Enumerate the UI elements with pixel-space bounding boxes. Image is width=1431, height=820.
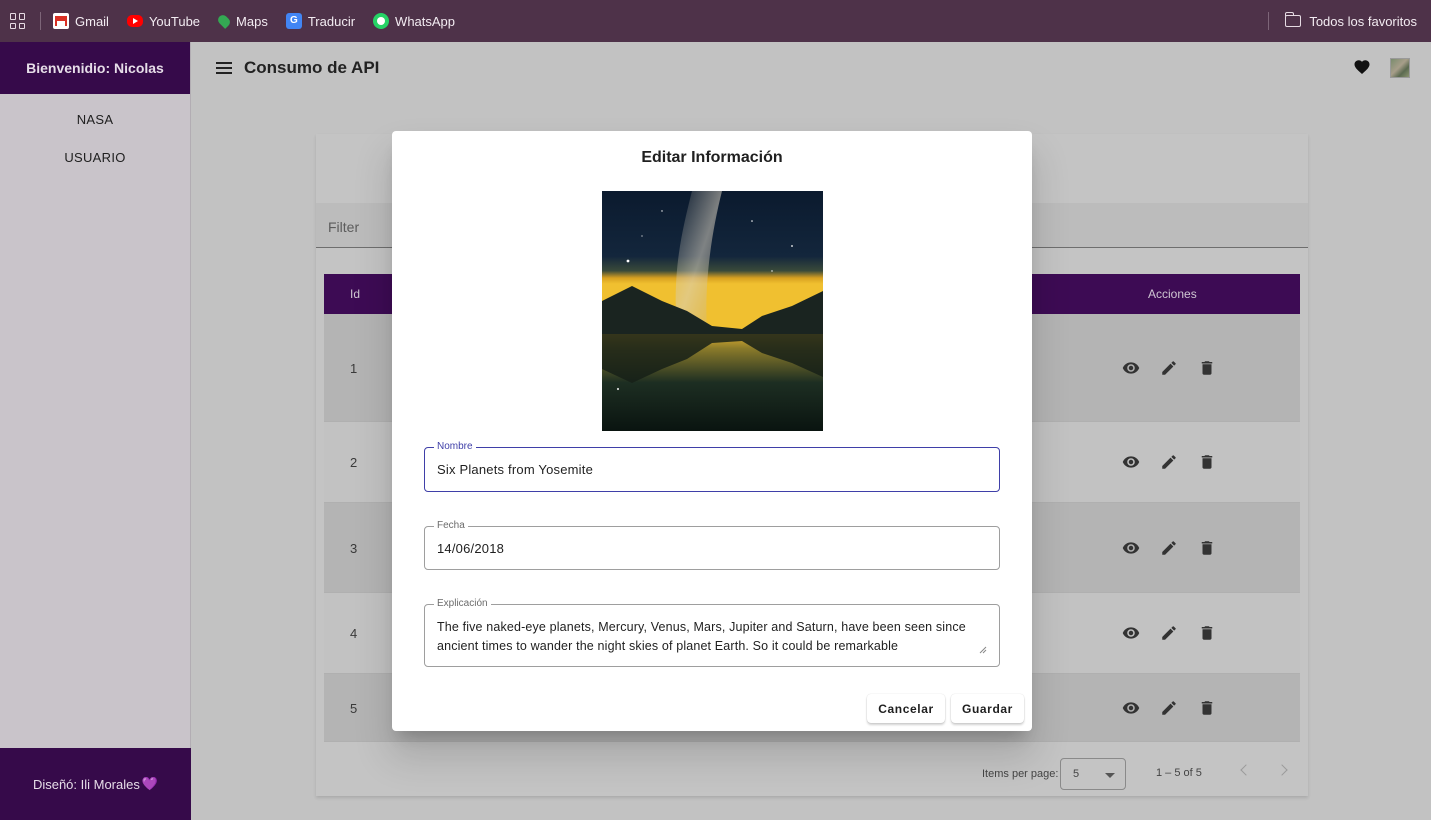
- explicacion-value: The five naked-eye planets, Mercury, Ven…: [437, 620, 966, 653]
- nombre-field[interactable]: Nombre Six Planets from Yosemite: [424, 441, 1000, 492]
- edit-pencil-icon[interactable]: [1160, 359, 1178, 377]
- gmail-icon: [53, 13, 69, 29]
- row-id: 1: [350, 361, 358, 376]
- nombre-label: Nombre: [434, 441, 476, 452]
- page-title: Consumo de API: [244, 58, 380, 77]
- previous-page-icon[interactable]: [1240, 764, 1252, 776]
- bookmark-label: Traducir: [307, 13, 356, 29]
- bookmark-youtube[interactable]: YouTube: [126, 13, 201, 29]
- resize-handle-icon[interactable]: [979, 646, 987, 654]
- cancel-button[interactable]: Cancelar: [867, 694, 945, 723]
- sidebar: Bienvenidio: Nicolas NASA USUARIO Diseñó…: [0, 42, 191, 820]
- delete-trash-icon[interactable]: [1198, 359, 1216, 377]
- column-header-id[interactable]: Id: [350, 287, 360, 301]
- row-id: 3: [350, 541, 358, 556]
- avatar[interactable]: [1390, 58, 1410, 78]
- view-eye-icon[interactable]: [1122, 359, 1140, 377]
- filter-placeholder: Filter: [328, 219, 360, 235]
- edit-pencil-icon[interactable]: [1160, 699, 1178, 717]
- bookmark-gmail[interactable]: Gmail: [53, 13, 109, 29]
- delete-trash-icon[interactable]: [1198, 699, 1216, 717]
- page-size-value: 5: [1073, 768, 1080, 780]
- sidebar-item-usuario[interactable]: USUARIO: [0, 138, 190, 176]
- dialog-title: Editar Información: [641, 149, 783, 166]
- maps-icon: [216, 13, 232, 29]
- all-favorites-label: Todos los favoritos: [1309, 13, 1417, 29]
- bookmark-label: Gmail: [75, 13, 109, 29]
- welcome-header: Bienvenidio: Nicolas: [0, 42, 190, 94]
- edit-pencil-icon[interactable]: [1160, 453, 1178, 471]
- designer-credit: Diseñó: Ili Morales: [32, 776, 140, 792]
- next-page-icon[interactable]: [1276, 764, 1288, 776]
- youtube-icon: [126, 15, 143, 27]
- all-favorites[interactable]: Todos los favoritos: [1268, 0, 1417, 42]
- translate-icon: G: [285, 13, 302, 29]
- edit-pencil-icon[interactable]: [1160, 539, 1178, 557]
- purple-heart-icon: 💜: [141, 776, 159, 791]
- view-eye-icon[interactable]: [1122, 453, 1140, 471]
- apps-grid-icon[interactable]: [10, 13, 26, 29]
- sidebar-footer: Diseñó: Ili Morales 💜: [0, 748, 191, 820]
- items-per-page-label: Items per page:: [982, 768, 1059, 780]
- top-toolbar: Consumo de API: [192, 42, 1431, 94]
- bookmark-maps[interactable]: Maps: [216, 13, 268, 29]
- bookmark-label: Maps: [236, 13, 268, 29]
- view-eye-icon[interactable]: [1122, 624, 1140, 642]
- folder-icon: [1284, 12, 1302, 27]
- edit-pencil-icon[interactable]: [1160, 624, 1178, 642]
- edit-dialog: Editar Información Nombre Six Planets fr…: [392, 131, 1032, 731]
- divider: [40, 12, 41, 30]
- dropdown-caret-icon: [1105, 773, 1115, 778]
- favorites-heart-icon[interactable]: [1353, 58, 1371, 76]
- view-eye-icon[interactable]: [1122, 539, 1140, 557]
- nombre-value: Six Planets from Yosemite: [437, 462, 594, 477]
- bookmark-label: WhatsApp: [395, 13, 456, 29]
- page-range: 1 – 5 of 5: [1156, 767, 1202, 779]
- fecha-field[interactable]: Fecha 14/06/2018: [424, 520, 1000, 570]
- row-id: 2: [350, 455, 358, 470]
- fecha-value: 14/06/2018: [437, 541, 505, 556]
- explicacion-textarea[interactable]: Explicación The five naked-eye planets, …: [424, 598, 1000, 667]
- page-size-select[interactable]: 5: [1060, 758, 1126, 790]
- row-id: 5: [350, 701, 358, 716]
- explicacion-label: Explicación: [434, 598, 491, 609]
- delete-trash-icon[interactable]: [1198, 453, 1216, 471]
- fecha-label: Fecha: [434, 520, 468, 531]
- delete-trash-icon[interactable]: [1198, 624, 1216, 642]
- bookmark-whatsapp[interactable]: WhatsApp: [373, 13, 455, 29]
- row-id: 4: [350, 626, 358, 641]
- save-button[interactable]: Guardar: [951, 694, 1024, 723]
- column-header-acciones: Acciones: [1148, 287, 1197, 301]
- whatsapp-icon: [373, 13, 390, 29]
- paginator: Items per page: 5 1 – 5 of 5: [316, 748, 1308, 796]
- menu-icon[interactable]: [216, 62, 232, 74]
- bookmarks-bar: Gmail YouTube Maps G Traducir WhatsApp T…: [0, 0, 1431, 42]
- view-eye-icon[interactable]: [1122, 699, 1140, 717]
- delete-trash-icon[interactable]: [1198, 539, 1216, 557]
- bookmark-label: YouTube: [148, 13, 201, 29]
- sidebar-item-nasa[interactable]: NASA: [0, 100, 190, 138]
- divider: [1268, 12, 1270, 30]
- bookmark-traducir[interactable]: G Traducir: [285, 13, 356, 29]
- apod-image: [602, 191, 823, 431]
